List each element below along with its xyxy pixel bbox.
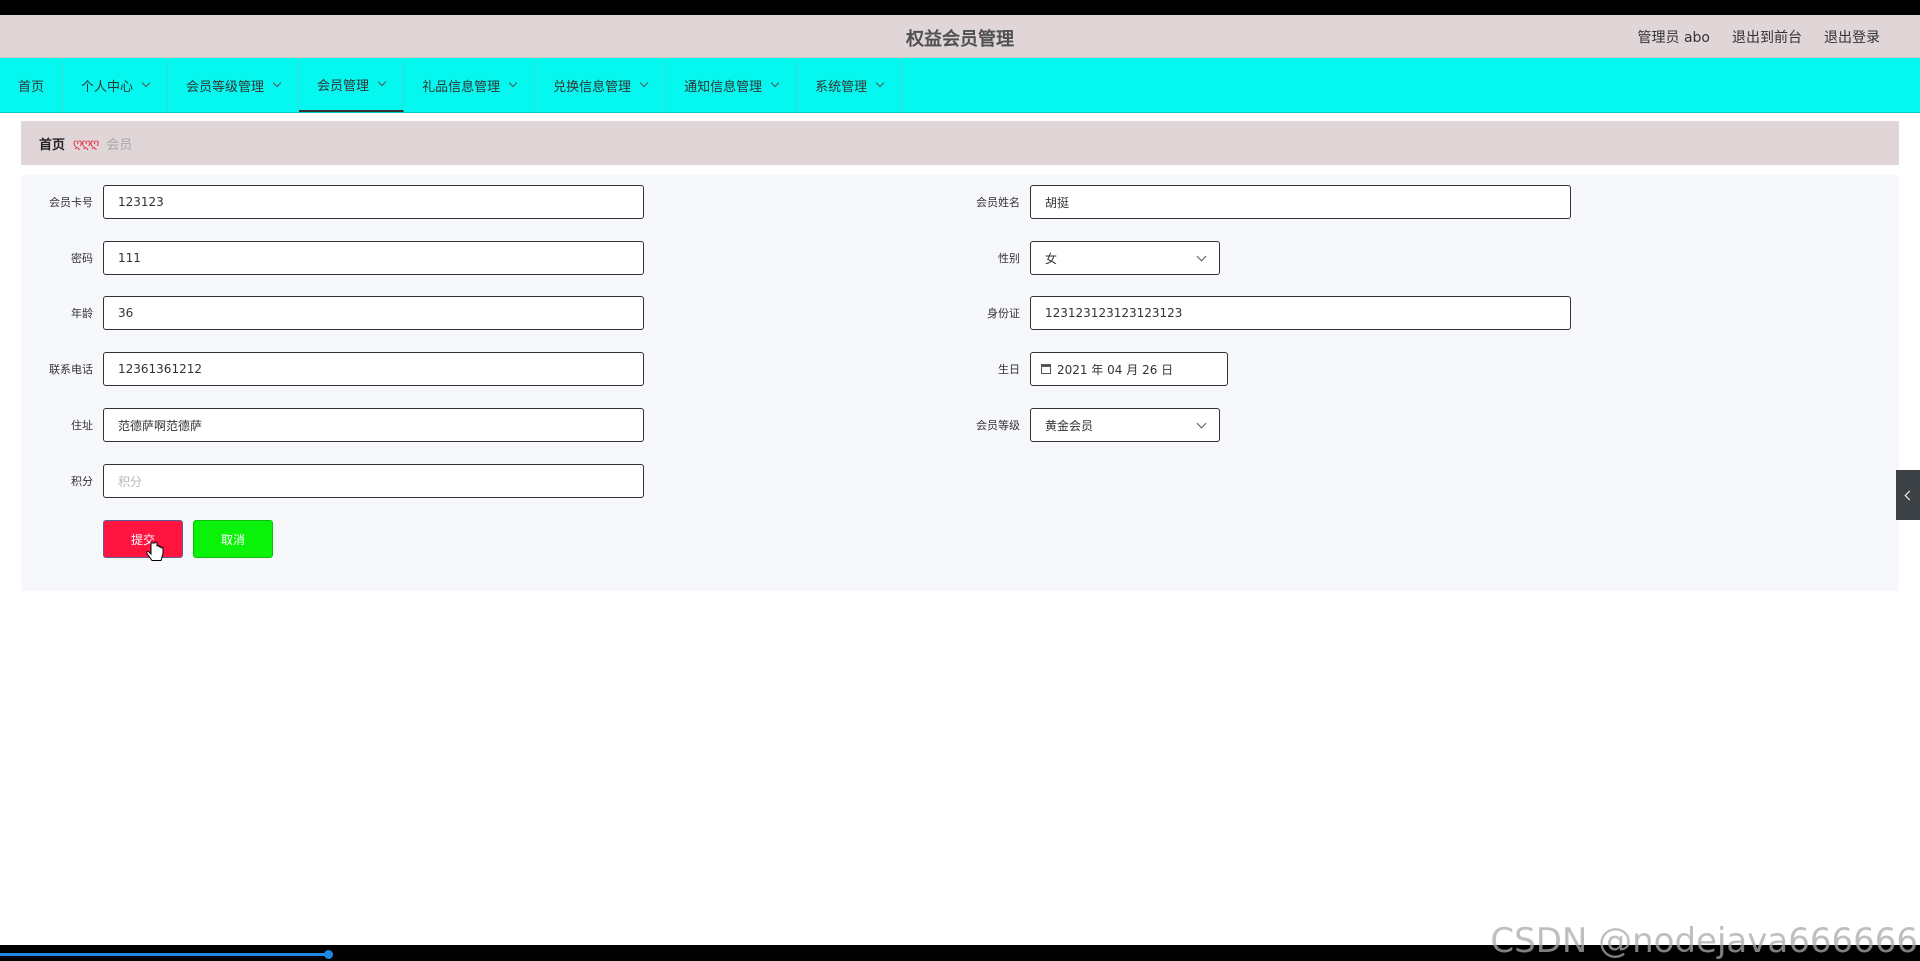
card-no-input[interactable]: 123123 [103,185,644,219]
points-input[interactable]: 积分 [103,464,644,498]
back-to-front-link[interactable]: 退出到前台 [1732,27,1802,47]
phone-label: 联系电话 [49,363,93,376]
birthday-label: 生日 [998,363,1020,376]
address-value: 范德萨啊范德萨 [118,418,203,433]
header: 权益会员管理 管理员 abo 退出到前台 退出登录 [0,15,1920,58]
nav-item-member-manage[interactable]: 会员管理 [299,58,405,112]
nav-item-label: 会员等级管理 [186,79,265,95]
nav-item-label: 个人中心 [81,79,134,95]
card-no-label: 会员卡号 [49,196,93,209]
logout-link[interactable]: 退出登录 [1824,27,1880,47]
id-card-label: 身份证 [987,307,1020,320]
name-value: 胡挺 [1045,195,1070,210]
points-label: 积分 [71,475,93,488]
nav-item-home[interactable]: 首页 [0,58,64,112]
chevron-left-icon [1904,490,1915,500]
birthday-value: 2021 年 04 月 26 日 [1057,362,1174,377]
app-title: 权益会员管理 [906,29,1014,50]
nav-item-label: 通知信息管理 [684,79,763,95]
form-row-id-card: 身份证 123123123123123123 [958,296,1571,330]
form-row-level: 会员等级 黄金会员 [958,408,1220,442]
phone-value: 12361361212 [118,362,202,376]
name-label: 会员姓名 [976,196,1020,209]
nav-item-gift-info[interactable]: 礼品信息管理 [404,58,536,112]
submit-button[interactable]: 提交 [103,520,183,558]
video-progress-bar[interactable] [0,953,330,956]
address-label: 住址 [71,419,93,432]
chevron-down-icon [1196,251,1207,261]
cancel-label: 取消 [220,532,245,547]
member-form: 会员卡号 123123 密码 111 年龄 36 联系电话 1236136121… [21,175,1899,591]
nav-item-label: 系统管理 [815,79,868,95]
chevron-down-icon [508,78,518,88]
level-select[interactable]: 黄金会员 [1030,408,1220,442]
nav-item-exchange-info[interactable]: 兑换信息管理 [535,58,667,112]
form-row-age: 年龄 36 [21,296,644,330]
form-row-gender: 性别 女 [958,241,1220,275]
chevron-down-icon [377,77,387,87]
nav-item-label: 兑换信息管理 [553,79,632,95]
chevron-down-icon [272,78,282,88]
nav-item-label: 礼品信息管理 [422,79,501,95]
chevron-down-icon [770,78,780,88]
password-input[interactable]: 111 [103,241,644,275]
password-value: 111 [118,251,141,265]
nav-item-system[interactable]: 系统管理 [797,58,903,112]
gender-value: 女 [1045,251,1058,266]
gender-select[interactable]: 女 [1030,241,1220,275]
chevron-down-icon [1196,418,1207,428]
watermark: CSDN @nodejava666666 [1490,921,1918,961]
video-progress-handle[interactable] [324,950,333,959]
form-row-address: 住址 范德萨啊范德萨 [21,408,644,442]
nav-item-label: 首页 [18,79,45,95]
gender-label: 性别 [998,252,1020,265]
level-label: 会员等级 [976,419,1020,432]
calendar-icon [1041,364,1051,374]
cancel-button[interactable]: 取消 [193,520,273,558]
id-card-value: 123123123123123123 [1045,306,1183,320]
birthday-date-picker[interactable]: 2021 年 04 月 26 日 [1030,352,1228,386]
age-label: 年龄 [71,307,93,320]
breadcrumb-current: 会员 [106,137,133,153]
age-input[interactable]: 36 [103,296,644,330]
chevron-down-icon [875,78,885,88]
password-label: 密码 [71,252,93,265]
breadcrumb: 首页 ღღღ 会员 [21,121,1899,165]
form-row-birthday: 生日 2021 年 04 月 26 日 [958,352,1228,386]
name-input[interactable]: 胡挺 [1030,185,1571,219]
app-frame: 权益会员管理 管理员 abo 退出到前台 退出登录 首页 个人中心 会员等级管理… [0,15,1920,961]
main-nav: 首页 个人中心 会员等级管理 会员管理 礼品信息管理 兑换信息管理 通知信息管理… [0,58,1920,113]
admin-label: 管理员 abo [1637,30,1710,46]
chevron-down-icon [141,78,151,88]
address-input[interactable]: 范德萨啊范德萨 [103,408,644,442]
age-value: 36 [118,306,134,320]
form-row-name: 会员姓名 胡挺 [958,185,1571,219]
form-row-points: 积分 积分 [21,464,644,498]
header-actions: 管理员 abo 退出到前台 退出登录 [1638,27,1880,47]
form-row-phone: 联系电话 12361361212 [21,352,644,386]
points-placeholder: 积分 [118,474,143,489]
hand-cursor-icon [146,541,164,561]
nav-item-label: 会员管理 [317,78,370,94]
id-card-input[interactable]: 123123123123123123 [1030,296,1571,330]
card-no-value: 123123 [118,195,164,209]
side-panel-toggle[interactable] [1896,470,1920,520]
form-row-card-no: 会员卡号 123123 [21,185,644,219]
chevron-down-icon [639,78,649,88]
nav-item-member-level[interactable]: 会员等级管理 [168,58,300,112]
nav-item-personal-center[interactable]: 个人中心 [63,58,169,112]
level-value: 黄金会员 [1045,418,1094,433]
breadcrumb-separator: ღღღ [73,136,99,150]
nav-item-notice-info[interactable]: 通知信息管理 [666,58,798,112]
breadcrumb-home[interactable]: 首页 [39,134,65,153]
form-row-password: 密码 111 [21,241,644,275]
phone-input[interactable]: 12361361212 [103,352,644,386]
